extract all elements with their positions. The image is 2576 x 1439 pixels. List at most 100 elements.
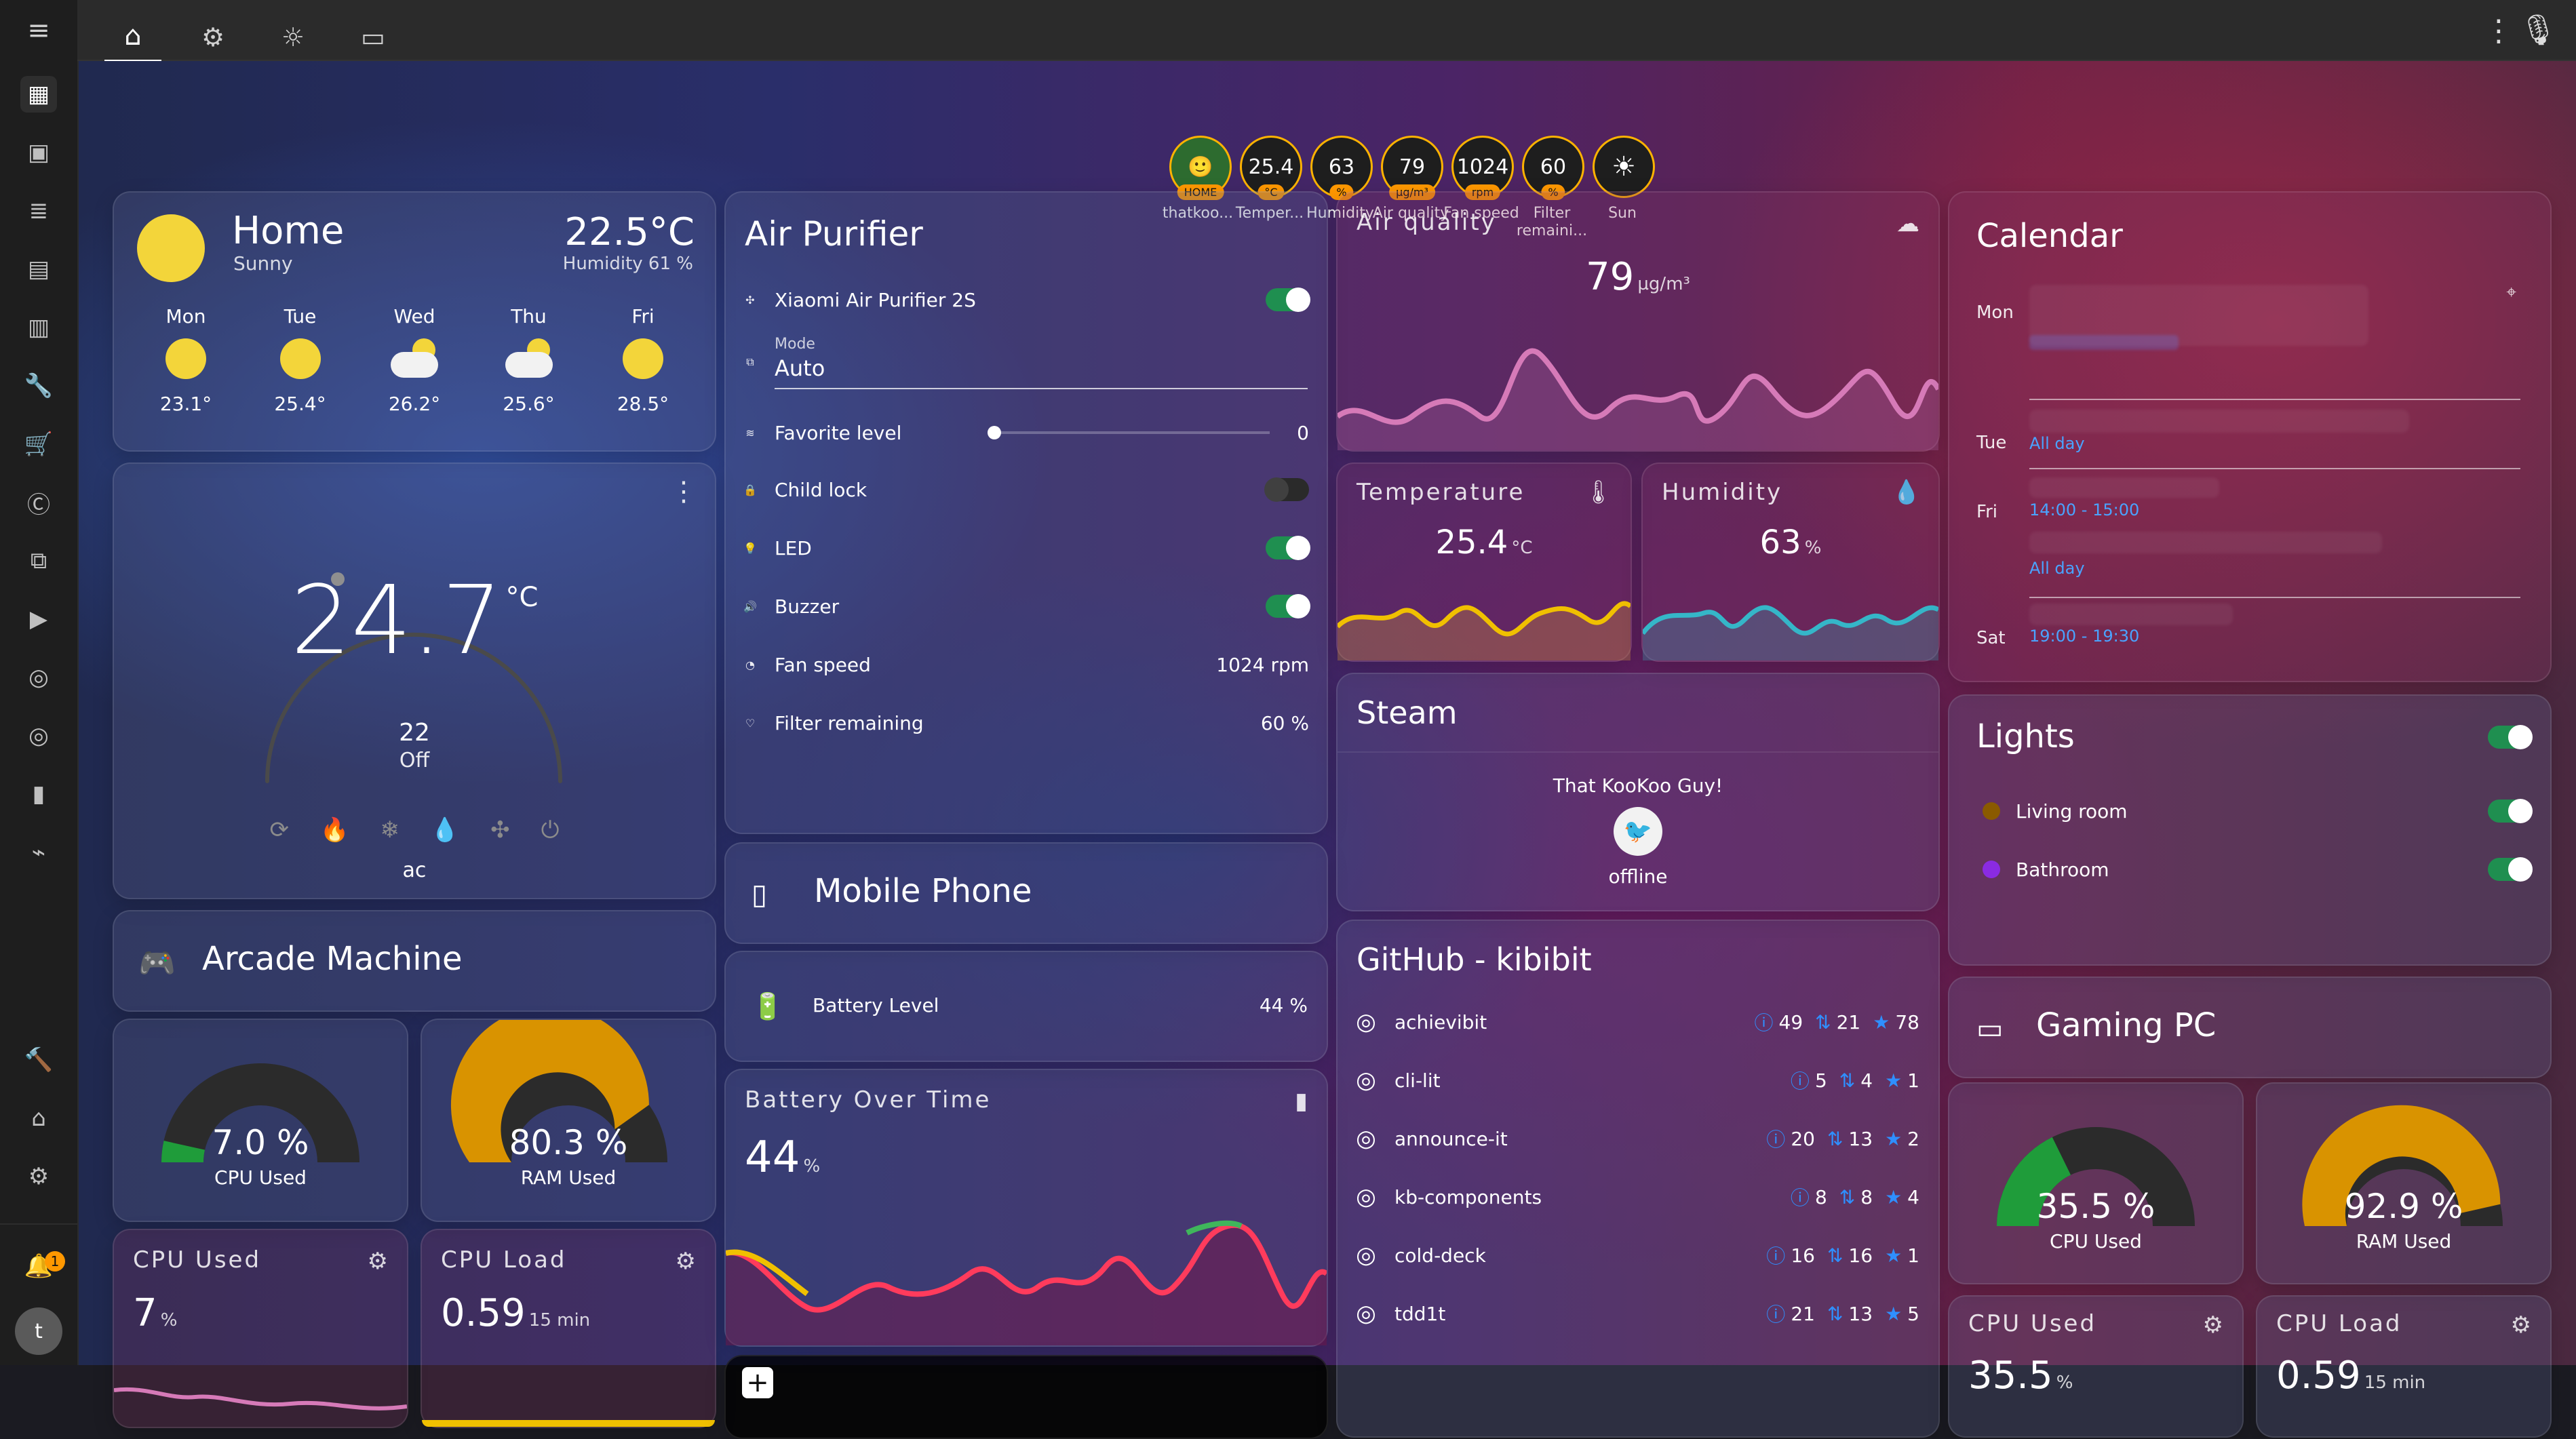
gaming-ram-gauge[interactable]: 92.9 % RAM Used: [2256, 1082, 2552, 1284]
favorite-level-slider[interactable]: [988, 419, 1270, 446]
arcade-cpu-used-card[interactable]: CPU Used ⚙ 7 %: [113, 1229, 408, 1428]
power-icon[interactable]: ⏻: [541, 816, 560, 844]
sidebar-item-vscode[interactable]: ⌁: [20, 834, 57, 871]
row-label: LED: [775, 536, 812, 559]
sidebar-item-radar-2[interactable]: ◎: [20, 717, 57, 754]
mode-select[interactable]: ⧉ Mode Auto: [726, 330, 1327, 395]
sidebar-item-film[interactable]: ▮: [20, 776, 57, 812]
calendar-event-redacted[interactable]: [2029, 477, 2219, 498]
toggle[interactable]: [2488, 725, 2533, 749]
lights-master-toggle[interactable]: [2488, 725, 2533, 749]
sidebar-item-home-settings[interactable]: ⌂: [20, 1100, 57, 1137]
tab-settings[interactable]: ⚙: [184, 14, 241, 61]
humidity-card[interactable]: Humidity 💧 63 %: [1641, 462, 1940, 662]
value: 35.5: [1968, 1354, 2053, 1398]
github-card[interactable]: GitHub - kibibit ◎ achievibit ⓘ 49 ⇅ 21 ★ 7…: [1336, 920, 1940, 1438]
chip-sun[interactable]: ☀: [1593, 136, 1655, 198]
gaming-cpu-gauge[interactable]: 35.5 % CPU Used: [1948, 1082, 2244, 1284]
chip-filter-remaining[interactable]: 60 %: [1522, 136, 1584, 200]
sidebar-item-settings[interactable]: ⚙: [20, 1158, 57, 1195]
chip-air-quality[interactable]: 79 µg/m³: [1381, 136, 1443, 200]
sidebar-item-charts[interactable]: ▤: [20, 251, 57, 288]
arcade-cpu-gauge[interactable]: 7.0 % CPU Used: [113, 1019, 408, 1222]
sidebar-item-radar-1[interactable]: ◎: [20, 659, 57, 696]
buzzer-row[interactable]: 🔊 Buzzer: [726, 579, 1327, 633]
weather-card[interactable]: Home Sunny 22.5°C Humidity 61 % Mon 23.1…: [113, 191, 716, 452]
battery-level-card[interactable]: 🔋 Battery Level 44 %: [724, 951, 1328, 1062]
fan-mode-icon[interactable]: ✣: [490, 816, 510, 844]
toggle[interactable]: [1266, 288, 1310, 312]
microphone-icon[interactable]: 🎙: [2519, 12, 2557, 47]
sidebar-item-profile[interactable]: ▣: [20, 134, 57, 171]
lights-card[interactable]: Lights Living room Bathroom: [1948, 694, 2552, 966]
github-repo-row[interactable]: ◎ tdd1t ⓘ 21 ⇅ 13 ★ 5: [1338, 1284, 1938, 1343]
toggle[interactable]: [2488, 799, 2533, 823]
tab-screen[interactable]: ▭: [345, 14, 402, 61]
cool-mode-icon[interactable]: ❄: [380, 816, 399, 844]
air-purifier-row[interactable]: ✣ Xiaomi Air Purifier 2S: [726, 273, 1327, 327]
light-row[interactable]: Bathroom: [1967, 842, 2533, 896]
github-repo-row[interactable]: ◎ kb-components ⓘ 8 ⇅ 8 ★ 4: [1338, 1168, 1938, 1226]
github-repo-row[interactable]: ◎ announce-it ⓘ 20 ⇅ 13 ★ 2: [1338, 1109, 1938, 1168]
phone-icon: ▯: [752, 878, 768, 911]
sidebar-item-cart[interactable]: 🛒: [20, 426, 57, 462]
chip-fan-speed[interactable]: 1024 rpm: [1451, 136, 1514, 200]
calendar-event-redacted[interactable]: [2029, 532, 2382, 553]
sidebar-item-list[interactable]: ≣: [20, 193, 57, 229]
mobile-phone-title-card[interactable]: ▯ Mobile Phone: [724, 842, 1328, 944]
dry-mode-icon[interactable]: 💧: [431, 816, 459, 844]
gaming-pc-title-card[interactable]: ▭ Gaming PC: [1948, 977, 2552, 1078]
slider-thumb[interactable]: [988, 426, 1001, 439]
arcade-cpu-load-card[interactable]: CPU Load ⚙ 0.59 15 min: [421, 1229, 716, 1428]
auto-mode-icon[interactable]: ⟳: [269, 816, 289, 844]
sidebar-item-c[interactable]: Ⓒ: [20, 484, 57, 521]
arcade-ram-gauge[interactable]: 80.3 % RAM Used: [421, 1019, 716, 1222]
favorite-level-row[interactable]: ≋ Favorite level 0: [726, 406, 1327, 460]
cpu-load-value: 0.59 15 min: [2276, 1354, 2425, 1398]
heat-mode-icon[interactable]: 🔥: [320, 816, 349, 844]
pull-request-icon: ⇅: [1839, 1185, 1856, 1208]
child-lock-row[interactable]: 🔒 Child lock: [726, 462, 1327, 517]
chip-temperature[interactable]: 25.4 °C: [1240, 136, 1302, 200]
more-menu-icon[interactable]: ⋮: [2484, 14, 2514, 48]
gaming-cpu-load-card[interactable]: CPU Load ⚙ 0.59 15 min: [2256, 1295, 2552, 1438]
steam-card[interactable]: Steam That KooKoo Guy! 🐦 offline: [1336, 673, 1940, 911]
thermostat-card[interactable]: ⋮ 24.7 °C 22 Off ⟳ 🔥 ❄ 💧 ✣ ⏻ ac: [113, 462, 716, 899]
tab-lights[interactable]: ☼: [265, 14, 321, 61]
mode-field[interactable]: Mode Auto: [775, 336, 1327, 389]
github-repo-row[interactable]: ◎ achievibit ⓘ 49 ⇅ 21 ★ 78: [1338, 993, 1938, 1051]
led-row[interactable]: 💡 LED: [726, 521, 1327, 575]
toggle[interactable]: [2488, 857, 2533, 882]
sidebar-item-terminal[interactable]: ▶: [20, 601, 57, 637]
sidebar-item-hammer[interactable]: 🔨: [20, 1042, 57, 1078]
sidebar-item-copy[interactable]: ⧉: [20, 543, 57, 579]
sidebar-item-tools[interactable]: 🔧: [20, 368, 57, 404]
air-quality-card[interactable]: Air quality ☁ 79 µg/m³: [1336, 191, 1940, 452]
github-repo-row[interactable]: ◎ cold-deck ⓘ 16 ⇅ 16 ★ 1: [1338, 1226, 1938, 1284]
chip-humidity[interactable]: 63 %: [1310, 136, 1373, 200]
tab-home[interactable]: ⌂: [104, 12, 161, 62]
toggle[interactable]: [1266, 536, 1310, 560]
steam-avatar[interactable]: 🐦: [1614, 807, 1662, 856]
temperature-card[interactable]: Temperature 🌡 25.4 °C: [1336, 462, 1632, 662]
user-avatar[interactable]: t: [15, 1307, 62, 1355]
sidebar-item-dashboard[interactable]: ▦: [20, 76, 57, 113]
gaming-cpu-used-card[interactable]: CPU Used ⚙ 35.5 %: [1948, 1295, 2244, 1438]
sidebar-item-book[interactable]: ▥: [20, 309, 57, 346]
toggle[interactable]: [1266, 594, 1310, 618]
calendar-event-redacted[interactable]: [2029, 410, 2409, 433]
arcade-title-card[interactable]: 🎮 Arcade Machine: [113, 910, 716, 1012]
calendar-card[interactable]: Calendar ⌖ Mon Tue All day Fri 14:00 - 1…: [1948, 191, 2552, 682]
zoom-in-button[interactable]: +: [742, 1367, 773, 1398]
menu-icon[interactable]: ≡: [20, 12, 57, 49]
github-repo-row[interactable]: ◎ cli-lit ⓘ 5 ⇅ 4 ★ 1: [1338, 1051, 1938, 1109]
avatar-chip[interactable]: 🙂 HOME: [1169, 136, 1232, 200]
toggle[interactable]: [1264, 477, 1309, 502]
gaming-pc-title: Gaming PC: [2036, 1006, 2217, 1044]
unit: %: [2056, 1373, 2073, 1393]
light-row[interactable]: Living room: [1967, 784, 2533, 838]
map-card[interactable]: +: [724, 1355, 1328, 1439]
air-purifier-card[interactable]: Air Purifier ✣ Xiaomi Air Purifier 2S ⧉ …: [724, 191, 1328, 834]
battery-over-time-card[interactable]: Battery Over Time ▮ 44 %: [724, 1069, 1328, 1347]
calendar-event-redacted[interactable]: [2029, 604, 2233, 625]
